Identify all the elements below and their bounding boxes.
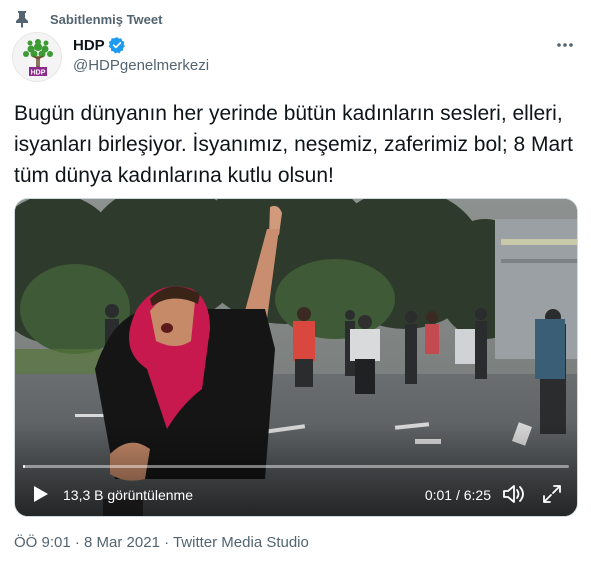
video-player[interactable]: 13,3 B görüntülenme 0:01 / 6:25 — [14, 198, 578, 517]
pinned-label: Sabitlenmiş Tweet — [50, 11, 163, 27]
pinned-tweet-header: Sabitlenmiş Tweet — [14, 10, 162, 28]
hdp-logo: HDP — [23, 39, 53, 77]
tweet-text: Bugün dünyanın her yerinde bütün kadınla… — [14, 102, 574, 187]
display-name[interactable]: HDP — [73, 37, 105, 54]
fullscreen-icon[interactable] — [541, 483, 563, 505]
video-frame-image — [15, 199, 577, 516]
author-handle[interactable]: @HDPgenelmerkezi — [73, 57, 209, 74]
more-options-icon[interactable] — [555, 38, 575, 52]
video-progress-bar[interactable] — [23, 465, 569, 468]
video-time: 0:01 / 6:25 — [424, 487, 491, 503]
avatar-logo-text: HDP — [31, 70, 46, 77]
video-progress-fill — [23, 465, 25, 468]
author-name-row[interactable]: HDP — [73, 36, 126, 54]
view-count: 13,3 B görüntülenme — [63, 487, 193, 503]
video-controls: 13,3 B görüntülenme 0:01 / 6:25 — [15, 477, 577, 513]
play-icon[interactable] — [29, 483, 51, 505]
tweet-meta: ÖÖ 9:01 · 8 Mar 2021 · Twitter Media Stu… — [14, 534, 309, 551]
verified-badge-icon — [108, 37, 125, 54]
pin-icon — [16, 11, 28, 28]
avatar[interactable]: HDP — [12, 32, 62, 82]
volume-icon[interactable] — [501, 483, 525, 505]
